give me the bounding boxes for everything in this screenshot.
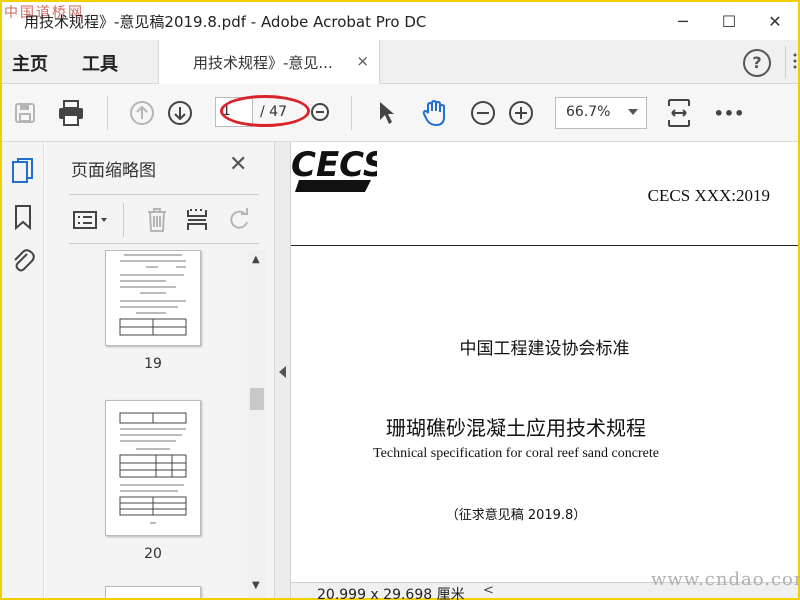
zoom-value: 66.7%: [566, 104, 611, 120]
options-menu-icon[interactable]: [71, 207, 111, 233]
rotate-icon[interactable]: [225, 207, 253, 233]
thumbnail-label: 20: [144, 546, 162, 562]
tab-bar: 主页 工具 用技术规程》-意见... × ?: [2, 40, 798, 84]
previous-page-icon[interactable]: [127, 98, 157, 128]
thumbnail-page[interactable]: [105, 586, 201, 598]
chevron-left-icon: [279, 366, 286, 378]
divider: [351, 96, 352, 130]
tab-document[interactable]: 用技术规程》-意见... ×: [158, 40, 380, 84]
thumbnail-page[interactable]: [105, 250, 201, 346]
header-rule: [291, 245, 798, 246]
zoom-out-icon[interactable]: [468, 98, 498, 128]
thumbnail-panel: 页面缩略图 ✕ 19 20 ▲ ▼: [45, 142, 275, 598]
scroll-down-icon[interactable]: ▼: [252, 580, 260, 591]
document-tab-label: 用技术规程》-意见...: [193, 53, 333, 72]
title-bar: 中国道桥网 用技术规程》-意见稿2019.8.pdf - Adobe Acrob…: [2, 2, 798, 40]
page-size: 20.999 x 29.698 厘米: [317, 587, 465, 600]
scroll-thumb[interactable]: [250, 388, 264, 410]
close-window-button[interactable]: ✕: [752, 2, 798, 40]
close-tab-icon[interactable]: ×: [356, 52, 369, 70]
more-tools-icon[interactable]: •••: [714, 98, 745, 128]
tab-home[interactable]: 主页: [12, 50, 48, 76]
help-button[interactable]: ?: [743, 49, 771, 77]
window-title: 用技术规程》-意见稿2019.8.pdf - Adobe Acrobat Pro…: [24, 13, 427, 31]
draft-note: （征求意见稿 2019.8）: [445, 508, 587, 523]
minimize-button[interactable]: ─: [660, 2, 706, 40]
divider: [785, 46, 786, 78]
scroll-left-icon[interactable]: <: [483, 583, 494, 598]
print-icon[interactable]: [56, 98, 86, 128]
annotation-ring: [220, 95, 310, 127]
document-view[interactable]: CECS CECS XXX:2019 中国工程建设协会标准 珊瑚礁砂混凝土应用技…: [291, 142, 798, 582]
delete-page-icon[interactable]: [143, 207, 171, 233]
document-title-en: Technical specification for coral reef s…: [373, 446, 659, 461]
chevron-down-icon: [628, 109, 638, 115]
cecs-logo: CECS: [291, 142, 387, 196]
document-title-cn: 珊瑚礁砂混凝土应用技术规程: [386, 416, 646, 440]
fit-page-icon[interactable]: [664, 98, 694, 128]
bookmark-icon[interactable]: [9, 202, 37, 232]
save-icon[interactable]: [10, 98, 40, 128]
panel-title: 页面缩略图: [71, 161, 156, 181]
thumbnail-page[interactable]: [105, 400, 201, 536]
thumbnail-scrollbar[interactable]: ▲ ▼: [248, 250, 266, 598]
maximize-button[interactable]: ☐: [706, 2, 752, 40]
organization-name: 中国工程建设协会标准: [459, 339, 630, 359]
thumbnail-label: 19: [144, 356, 162, 372]
toolbar: 1 / 47 66.7% •••: [2, 84, 798, 142]
tab-tools[interactable]: 工具: [82, 50, 118, 76]
watermark-bottom: www.cndao.com: [651, 569, 800, 590]
select-tool-icon[interactable]: [371, 98, 401, 128]
logo-text: CECS: [291, 145, 377, 185]
page-thumbnails-icon[interactable]: [9, 156, 37, 186]
panel-toolbar: [69, 194, 259, 244]
scroll-up-icon[interactable]: ▲: [252, 254, 260, 265]
divider: [123, 203, 124, 237]
attachment-icon[interactable]: [9, 246, 37, 276]
standard-number: CECS XXX:2019: [647, 186, 770, 205]
thumbnail-list: 19 20 ▲ ▼: [45, 250, 275, 598]
hand-tool-icon[interactable]: [419, 98, 449, 128]
insert-page-icon[interactable]: [183, 207, 211, 233]
divider: [107, 96, 108, 130]
next-page-icon[interactable]: [165, 98, 195, 128]
close-panel-icon[interactable]: ✕: [229, 152, 247, 177]
zoom-select[interactable]: 66.7%: [555, 97, 647, 129]
more-icon[interactable]: [792, 52, 798, 74]
window-controls: ─ ☐ ✕: [660, 2, 798, 40]
zoom-in-icon[interactable]: [506, 98, 536, 128]
panel-collapse-handle[interactable]: [275, 142, 291, 598]
zoom-out-search-icon[interactable]: [304, 98, 334, 128]
status-bar: 20.999 x 29.698 厘米 < www.cndao.com: [291, 569, 800, 600]
navigation-rail: [2, 142, 44, 598]
